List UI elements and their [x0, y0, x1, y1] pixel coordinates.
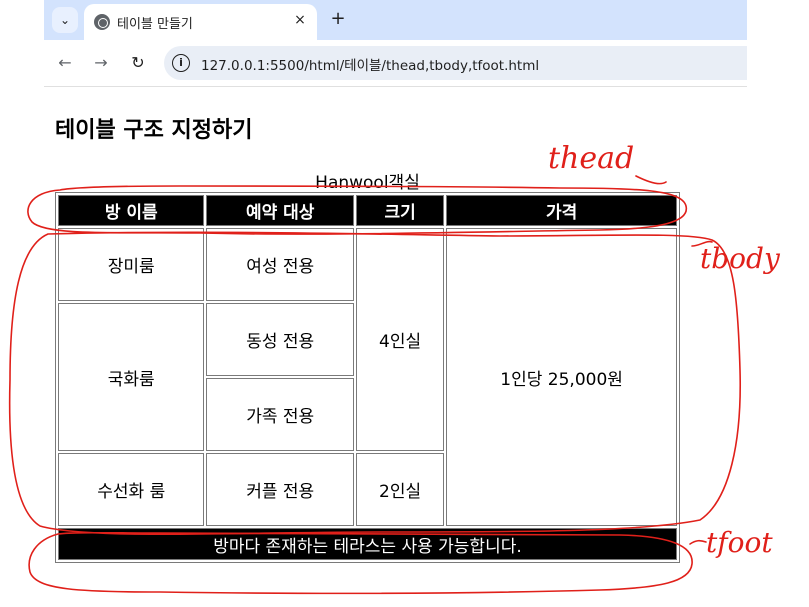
cell-room: 국화룸 [58, 303, 205, 451]
table-foot: 방마다 존재하는 테라스는 사용 가능합니다. [58, 528, 677, 560]
header-size: 크기 [355, 195, 445, 226]
room-table: Hanwool객실 방 이름 예약 대상 크기 가격 장미룸 여성 전용 4인실… [55, 168, 680, 563]
table-wrapper: Hanwool객실 방 이름 예약 대상 크기 가격 장미룸 여성 전용 4인실… [55, 168, 680, 563]
browser-toolbar: ← → ↻ i 127.0.0.1:5500/html/테이블/thead,tb… [44, 40, 747, 86]
back-arrow-icon[interactable]: ← [53, 51, 77, 75]
tfoot-annotation: tfoot [706, 526, 773, 559]
cell-target: 동성 전용 [206, 303, 354, 376]
browser-tab[interactable]: 테이블 만들기 × [84, 4, 317, 40]
page-title: 테이블 구조 지정하기 [55, 118, 253, 143]
cell-price: 1인당 25,000원 [446, 228, 677, 526]
address-bar[interactable]: i 127.0.0.1:5500/html/테이블/thead,tbody,tf… [164, 46, 747, 80]
cell-target: 여성 전용 [206, 228, 354, 301]
tbody-annotation: tbody [700, 242, 781, 275]
tab-title: 테이블 만들기 [117, 17, 193, 32]
globe-icon [94, 14, 110, 30]
table-caption: Hanwool객실 [315, 173, 420, 193]
url-text[interactable]: 127.0.0.1:5500/html/테이블/thead,tbody,tfoo… [201, 54, 539, 74]
cell-size: 2인실 [355, 453, 445, 526]
cell-target: 커플 전용 [206, 453, 354, 526]
table-row: 장미룸 여성 전용 4인실 1인당 25,000원 [58, 228, 677, 526]
footer-note: 방마다 존재하는 테라스는 사용 가능합니다. [58, 528, 677, 560]
browser-chrome: ⌄ 테이블 만들기 × + ← → ↻ i 127.0.0.1:5500/htm… [44, 0, 747, 88]
cell-size: 4인실 [355, 228, 445, 451]
cell-room: 수선화 룸 [58, 453, 205, 526]
plus-icon[interactable]: + [326, 8, 350, 32]
table-body: 장미룸 여성 전용 4인실 1인당 25,000원 국화룸 동성 전용 가족 전… [58, 228, 677, 526]
cell-room: 장미룸 [58, 228, 205, 301]
header-target: 예약 대상 [206, 195, 354, 226]
header-room-name: 방 이름 [58, 195, 205, 226]
toolbar-divider [44, 86, 747, 87]
close-icon[interactable]: × [291, 11, 309, 29]
forward-arrow-icon[interactable]: → [89, 51, 113, 75]
site-info-icon[interactable]: i [172, 54, 190, 72]
cell-target: 가족 전용 [206, 378, 354, 451]
tab-search-icon[interactable]: ⌄ [52, 7, 78, 33]
reload-icon[interactable]: ↻ [126, 51, 150, 75]
table-head: 방 이름 예약 대상 크기 가격 [58, 195, 677, 226]
tab-strip: ⌄ 테이블 만들기 × + [44, 0, 747, 40]
header-price: 가격 [446, 195, 677, 226]
